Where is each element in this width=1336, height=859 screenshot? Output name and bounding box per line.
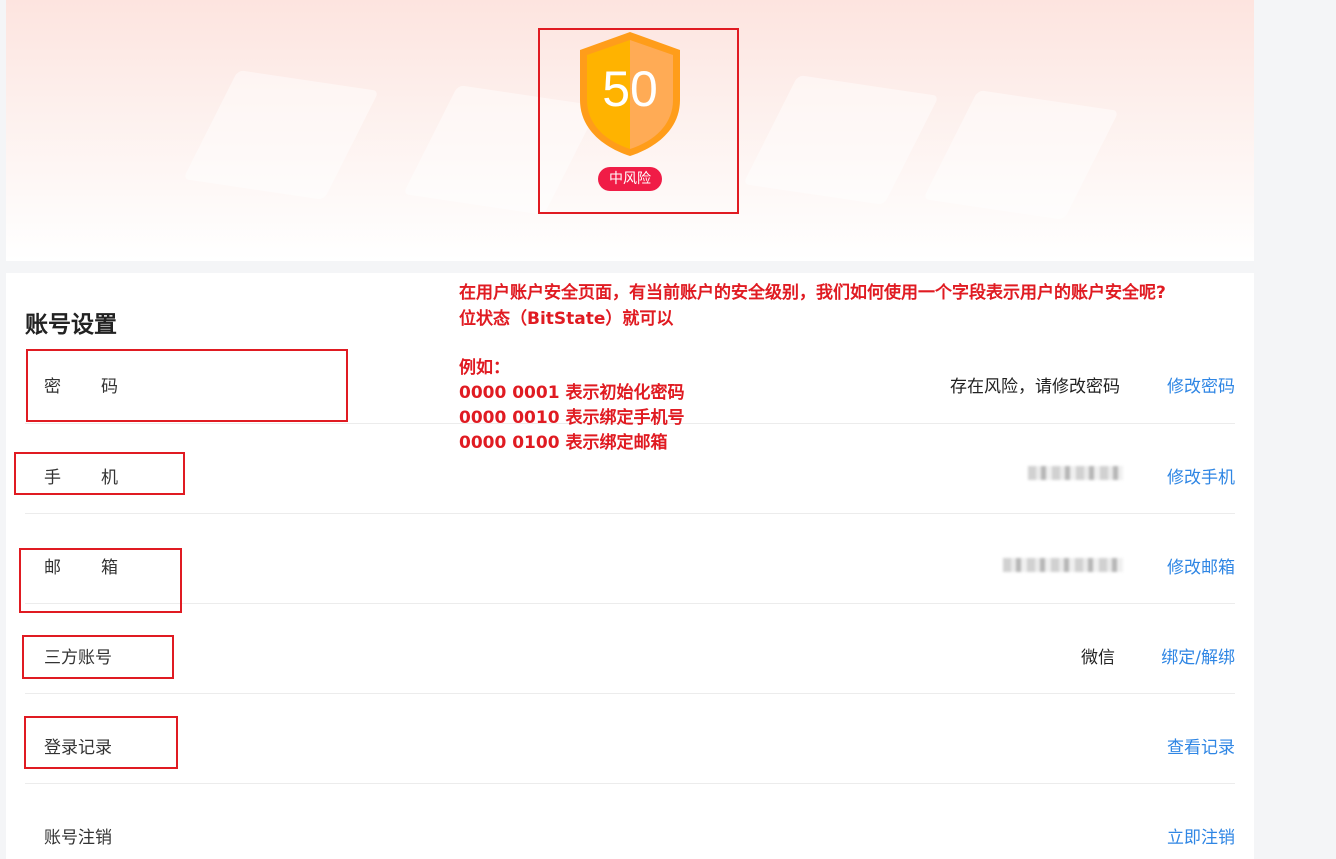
- divider: [25, 783, 1235, 784]
- view-records-link[interactable]: 查看记录: [1167, 733, 1235, 758]
- decorative-shape: [743, 75, 939, 205]
- change-phone-link[interactable]: 修改手机: [1167, 463, 1235, 488]
- highlight-box-password: [26, 349, 348, 422]
- third-party-value: 微信: [1081, 648, 1115, 668]
- annotation-line-6: 0000 0100 表示绑定邮箱: [459, 433, 668, 453]
- decorative-shape: [923, 90, 1119, 220]
- row-label-cancel-account: 账号注销: [44, 828, 112, 848]
- change-password-link[interactable]: 修改密码: [1167, 372, 1235, 397]
- annotation-line-5: 0000 0010 表示绑定手机号: [459, 408, 685, 428]
- divider: [25, 693, 1235, 694]
- annotation-line-3: 例如：: [459, 358, 510, 378]
- email-value-redacted: [1003, 558, 1123, 572]
- phone-value-redacted: [1028, 466, 1123, 480]
- cancel-account-link[interactable]: 立即注销: [1167, 823, 1235, 848]
- annotation-line-1: 在用户账户安全页面，有当前账户的安全级别，我们如何使用一个字段表示用户的账户安全…: [459, 283, 1166, 303]
- highlight-box-email: [19, 548, 182, 613]
- highlight-box-login-records: [24, 716, 178, 769]
- annotation-line-2: 位状态（BitState）就可以: [459, 309, 674, 329]
- highlight-box-score: [538, 28, 739, 214]
- annotation-line-4: 0000 0001 表示初始化密码: [459, 383, 685, 403]
- highlight-box-phone: [14, 452, 185, 495]
- divider: [25, 513, 1235, 514]
- section-title: 账号设置: [25, 312, 117, 338]
- highlight-box-third-party: [22, 635, 174, 679]
- bind-unbind-link[interactable]: 绑定/解绑: [1161, 643, 1235, 668]
- change-email-link[interactable]: 修改邮箱: [1167, 553, 1235, 578]
- divider: [25, 603, 1235, 604]
- password-status: 存在风险，请修改密码: [950, 377, 1120, 397]
- decorative-shape: [183, 70, 379, 200]
